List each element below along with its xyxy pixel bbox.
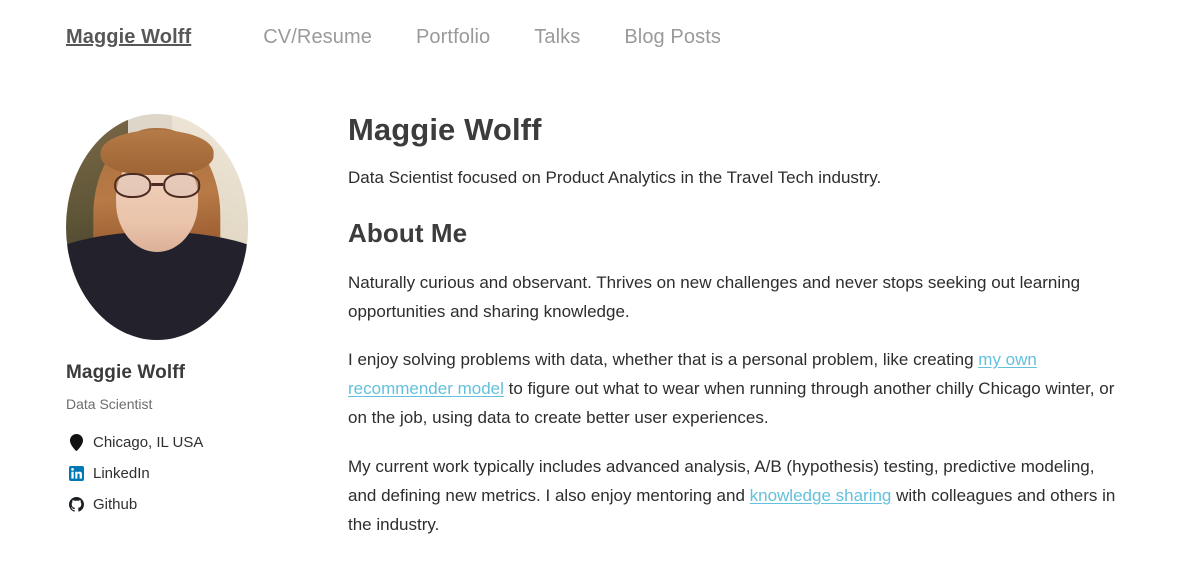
sidebar-item-linkedin[interactable]: LinkedIn bbox=[66, 465, 296, 482]
sidebar-item-github[interactable]: Github bbox=[66, 496, 296, 513]
sidebar-item-location: Chicago, IL USA bbox=[66, 434, 296, 451]
nav-link-portfolio[interactable]: Portfolio bbox=[416, 26, 490, 49]
about-me-heading: About Me bbox=[348, 217, 468, 248]
about-paragraph-1: Naturally curious and observant. Thrives… bbox=[348, 272, 1081, 321]
nav-link-talks[interactable]: Talks bbox=[534, 26, 580, 49]
profile-sidebar: Maggie Wolff Data Scientist Chicago, IL … bbox=[66, 74, 296, 539]
main-content: Maggie Wolff Data Scientist focused on P… bbox=[296, 74, 1146, 539]
linkedin-icon bbox=[66, 466, 86, 481]
nav-brand-link[interactable]: Maggie Wolff bbox=[66, 26, 191, 49]
avatar-glasses bbox=[114, 172, 200, 198]
sidebar-location-label: Chicago, IL USA bbox=[93, 434, 204, 451]
location-pin-icon bbox=[66, 434, 86, 451]
profile-avatar-photo bbox=[66, 114, 248, 340]
nav-link-cv-resume[interactable]: CV/Resume bbox=[263, 26, 372, 49]
sidebar-linkedin-label: LinkedIn bbox=[93, 465, 150, 482]
about-paragraph-3: My current work typically includes advan… bbox=[348, 452, 1121, 540]
page-title: Maggie Wolff bbox=[348, 112, 542, 147]
avatar-bangs bbox=[100, 129, 214, 175]
paragraph-2-text-before: I enjoy solving problems with data, whet… bbox=[348, 349, 979, 369]
knowledge-sharing-link[interactable]: knowledge sharing bbox=[750, 486, 892, 505]
page-body: Maggie Wolff Data Scientist Chicago, IL … bbox=[0, 74, 1200, 539]
about-paragraph-2: I enjoy solving problems with data, whet… bbox=[348, 345, 1121, 433]
page-tagline: Data Scientist focused on Product Analyt… bbox=[348, 168, 882, 187]
sidebar-profile-role: Data Scientist bbox=[66, 396, 153, 412]
sidebar-contact-list: Chicago, IL USA LinkedIn Github bbox=[66, 434, 296, 513]
nav-links-group: CV/Resume Portfolio Talks Blog Posts bbox=[263, 26, 721, 49]
sidebar-profile-name: Maggie Wolff bbox=[66, 362, 186, 383]
sidebar-github-label: Github bbox=[93, 496, 138, 513]
avatar-glasses-bridge bbox=[151, 183, 163, 186]
nav-link-blog-posts[interactable]: Blog Posts bbox=[624, 26, 721, 49]
avatar-lens-left bbox=[114, 172, 151, 198]
top-navigation-bar: Maggie Wolff CV/Resume Portfolio Talks B… bbox=[0, 0, 1200, 74]
github-icon bbox=[66, 497, 86, 512]
avatar-lens-right bbox=[163, 172, 200, 198]
